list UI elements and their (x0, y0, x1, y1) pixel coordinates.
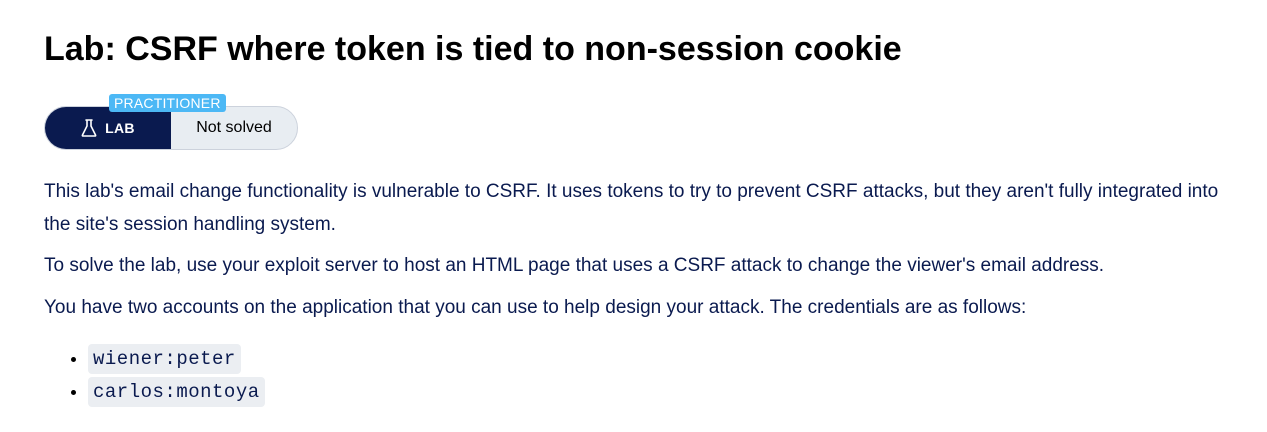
description-paragraph-1: This lab's email change functionality is… (44, 181, 1219, 235)
difficulty-level-tag: PRACTITIONER (109, 94, 226, 112)
credential-code: carlos:montoya (88, 377, 265, 407)
credential-code: wiener:peter (88, 344, 241, 374)
lab-status-badge: PRACTITIONER LAB Not solved (44, 94, 298, 150)
credentials-list: wiener:peter carlos:montoya (44, 342, 265, 408)
lab-solved-status: Not solved (196, 119, 272, 136)
list-item: carlos:montoya (88, 375, 265, 408)
description-paragraph-2: To solve the lab, use your exploit serve… (44, 255, 1105, 276)
lab-type-segment: LAB (45, 107, 171, 149)
flask-icon (81, 119, 97, 137)
lab-type-label: LAB (105, 120, 135, 136)
description-paragraph-3: You have two accounts on the application… (44, 297, 1027, 318)
list-item: wiener:peter (88, 342, 265, 375)
page-title: Lab: CSRF where token is tied to non-ses… (44, 30, 902, 68)
lab-pill: LAB Not solved (44, 106, 298, 150)
